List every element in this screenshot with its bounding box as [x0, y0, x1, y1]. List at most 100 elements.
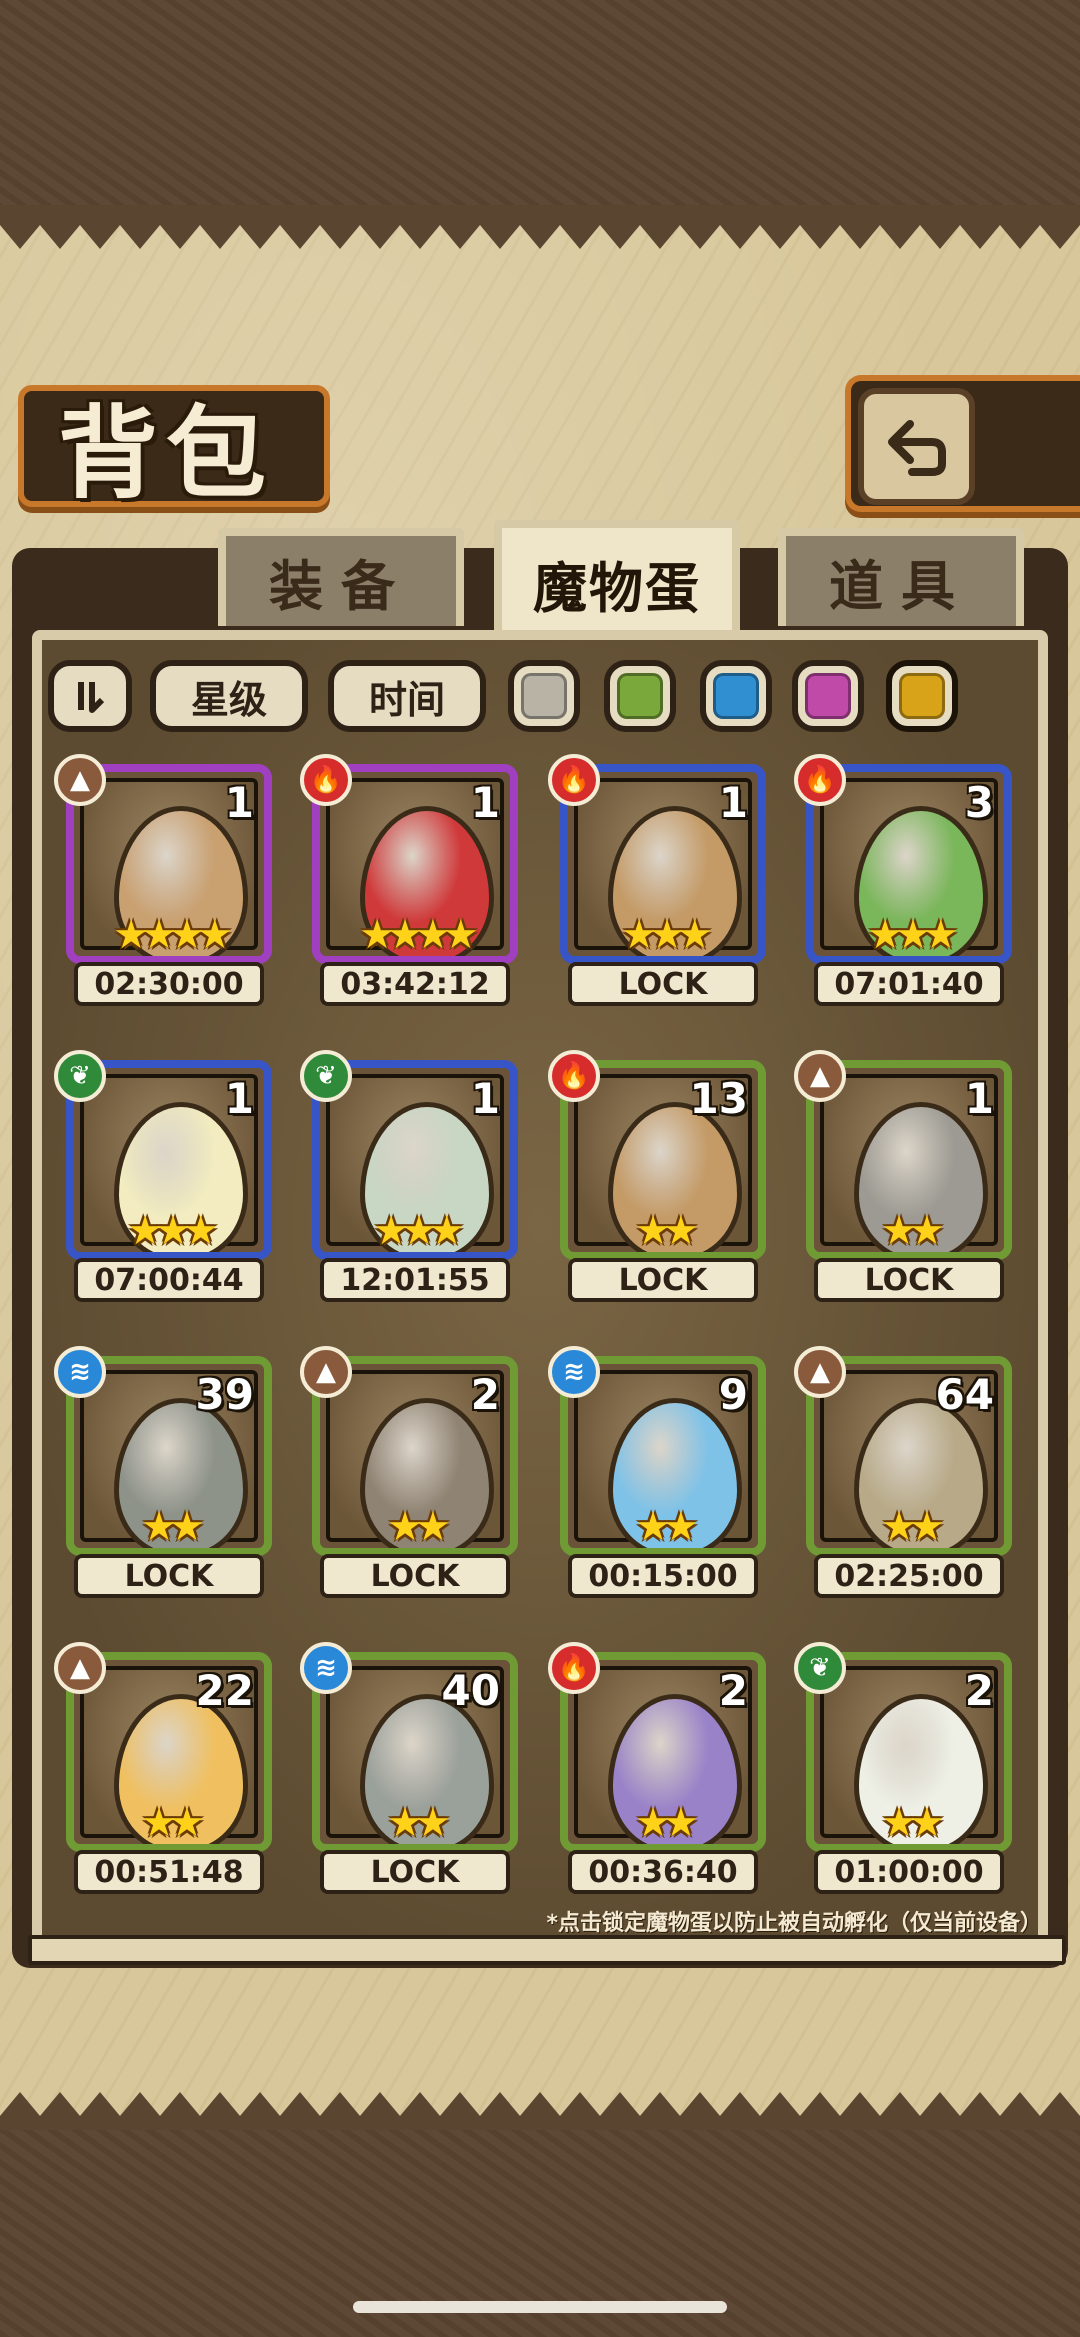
egg-count: 1	[470, 778, 500, 827]
egg-count: 3	[964, 778, 994, 827]
earth-element-icon: ▲	[54, 754, 106, 806]
egg-count: 40	[441, 1666, 500, 1715]
egg-card[interactable]: 2 ★★ ❦ 01:00:00	[794, 1642, 1012, 1902]
back-arrow-icon	[887, 419, 946, 476]
top-background-band	[0, 0, 1080, 210]
egg-count: 1	[964, 1074, 994, 1123]
egg-card[interactable]: 40 ★★ ≋ LOCK	[300, 1642, 518, 1902]
star-rating: ★★	[881, 1504, 945, 1550]
water-element-icon: ≋	[548, 1346, 600, 1398]
egg-card[interactable]: 1 ★★★★ 🔥 03:42:12	[300, 754, 518, 1014]
star-rating: ★★	[635, 1800, 699, 1846]
rarity-filter-green[interactable]	[604, 660, 676, 732]
hatch-timer[interactable]: 02:30:00	[74, 962, 264, 1006]
egg-count: 1	[224, 1074, 254, 1123]
hatch-timer[interactable]: 07:00:44	[74, 1258, 264, 1302]
egg-card[interactable]: 1 ★★★ 🔥 LOCK	[548, 754, 766, 1014]
egg-count: 2	[470, 1370, 500, 1419]
egg-count: 2	[964, 1666, 994, 1715]
egg-card[interactable]: 1 ★★★ ❦ 07:00:44	[54, 1050, 272, 1310]
egg-card[interactable]: 1 ★★★★ ▲ 02:30:00	[54, 754, 272, 1014]
star-rating: ★★	[635, 1208, 699, 1254]
egg-count: 1	[224, 778, 254, 827]
sort-by-star-button[interactable]: 星级	[150, 660, 308, 732]
tab-monster-eggs[interactable]: 魔物蛋	[494, 520, 740, 638]
egg-card[interactable]: 3 ★★★ 🔥 07:01:40	[794, 754, 1012, 1014]
fire-element-icon: 🔥	[548, 1642, 600, 1694]
sort-order-icon	[78, 682, 105, 713]
panel-bottom-rail	[28, 1935, 1066, 1965]
hatch-timer[interactable]: 00:36:40	[568, 1850, 758, 1894]
earth-element-icon: ▲	[794, 1346, 846, 1398]
star-rating: ★★★	[373, 1208, 465, 1254]
star-rating: ★★	[387, 1800, 451, 1846]
fire-element-icon: 🔥	[794, 754, 846, 806]
hatch-timer[interactable]: 01:00:00	[814, 1850, 1004, 1894]
earth-element-icon: ▲	[54, 1642, 106, 1694]
egg-count: 64	[935, 1370, 994, 1419]
leaf-element-icon: ❦	[794, 1642, 846, 1694]
rarity-swatch-gold	[899, 673, 945, 719]
tab-equipment[interactable]: 装备	[218, 528, 464, 626]
lock-label[interactable]: LOCK	[568, 962, 758, 1006]
egg-count: 22	[195, 1666, 254, 1715]
rarity-filter-gray[interactable]	[508, 660, 580, 732]
egg-card[interactable]: 1 ★★ ▲ LOCK	[794, 1050, 1012, 1310]
lock-label[interactable]: LOCK	[320, 1850, 510, 1894]
egg-count: 13	[689, 1074, 748, 1123]
egg-count: 39	[195, 1370, 254, 1419]
back-button[interactable]	[858, 388, 975, 505]
egg-count: 2	[718, 1666, 748, 1715]
hatch-timer[interactable]: 07:01:40	[814, 962, 1004, 1006]
leaf-element-icon: ❦	[54, 1050, 106, 1102]
tab-items[interactable]: 道具	[778, 528, 1024, 626]
star-rating: ★★★	[127, 1208, 219, 1254]
earth-element-icon: ▲	[794, 1050, 846, 1102]
hatch-timer[interactable]: 00:51:48	[74, 1850, 264, 1894]
hatch-timer[interactable]: 02:25:00	[814, 1554, 1004, 1598]
leaf-element-icon: ❦	[300, 1050, 352, 1102]
water-element-icon: ≋	[300, 1642, 352, 1694]
fire-element-icon: 🔥	[548, 754, 600, 806]
egg-card[interactable]: 9 ★★ ≋ 00:15:00	[548, 1346, 766, 1606]
star-rating: ★★★	[621, 912, 713, 958]
rarity-filter-purple[interactable]	[792, 660, 864, 732]
egg-count: 9	[718, 1370, 748, 1419]
lock-label[interactable]: LOCK	[320, 1554, 510, 1598]
star-rating: ★★	[387, 1504, 451, 1550]
egg-card[interactable]: 22 ★★ ▲ 00:51:48	[54, 1642, 272, 1902]
top-zigzag-border	[0, 205, 1080, 249]
lock-hint-text: *点击锁定魔物蛋以防止被自动孵化（仅当前设备）	[546, 1911, 1042, 1936]
rarity-swatch-purple	[805, 673, 851, 719]
star-rating: ★★	[881, 1800, 945, 1846]
egg-card[interactable]: 64 ★★ ▲ 02:25:00	[794, 1346, 1012, 1606]
egg-card[interactable]: 39 ★★ ≋ LOCK	[54, 1346, 272, 1606]
rarity-swatch-green	[617, 673, 663, 719]
sort-by-time-button[interactable]: 时间	[328, 660, 486, 732]
star-rating: ★★	[141, 1800, 205, 1846]
star-rating: ★★★	[867, 912, 959, 958]
star-rating: ★★	[141, 1504, 205, 1550]
fire-element-icon: 🔥	[300, 754, 352, 806]
rarity-swatch-blue	[713, 673, 759, 719]
home-indicator[interactable]	[353, 2301, 727, 2313]
earth-element-icon: ▲	[300, 1346, 352, 1398]
hatch-timer[interactable]: 00:15:00	[568, 1554, 758, 1598]
egg-card[interactable]: 2 ★★ 🔥 00:36:40	[548, 1642, 766, 1902]
sort-order-button[interactable]	[48, 660, 132, 732]
star-rating: ★★	[881, 1208, 945, 1254]
lock-label[interactable]: LOCK	[568, 1258, 758, 1302]
hatch-timer[interactable]: 12:01:55	[320, 1258, 510, 1302]
rarity-filter-gold[interactable]	[886, 660, 958, 732]
egg-card[interactable]: 2 ★★ ▲ LOCK	[300, 1346, 518, 1606]
page-title: 背包	[58, 394, 274, 512]
rarity-filter-blue[interactable]	[700, 660, 772, 732]
egg-count: 1	[718, 778, 748, 827]
water-element-icon: ≋	[54, 1346, 106, 1398]
star-rating: ★★	[635, 1504, 699, 1550]
hatch-timer[interactable]: 03:42:12	[320, 962, 510, 1006]
egg-card[interactable]: 13 ★★ 🔥 LOCK	[548, 1050, 766, 1310]
egg-card[interactable]: 1 ★★★ ❦ 12:01:55	[300, 1050, 518, 1310]
lock-label[interactable]: LOCK	[814, 1258, 1004, 1302]
lock-label[interactable]: LOCK	[74, 1554, 264, 1598]
